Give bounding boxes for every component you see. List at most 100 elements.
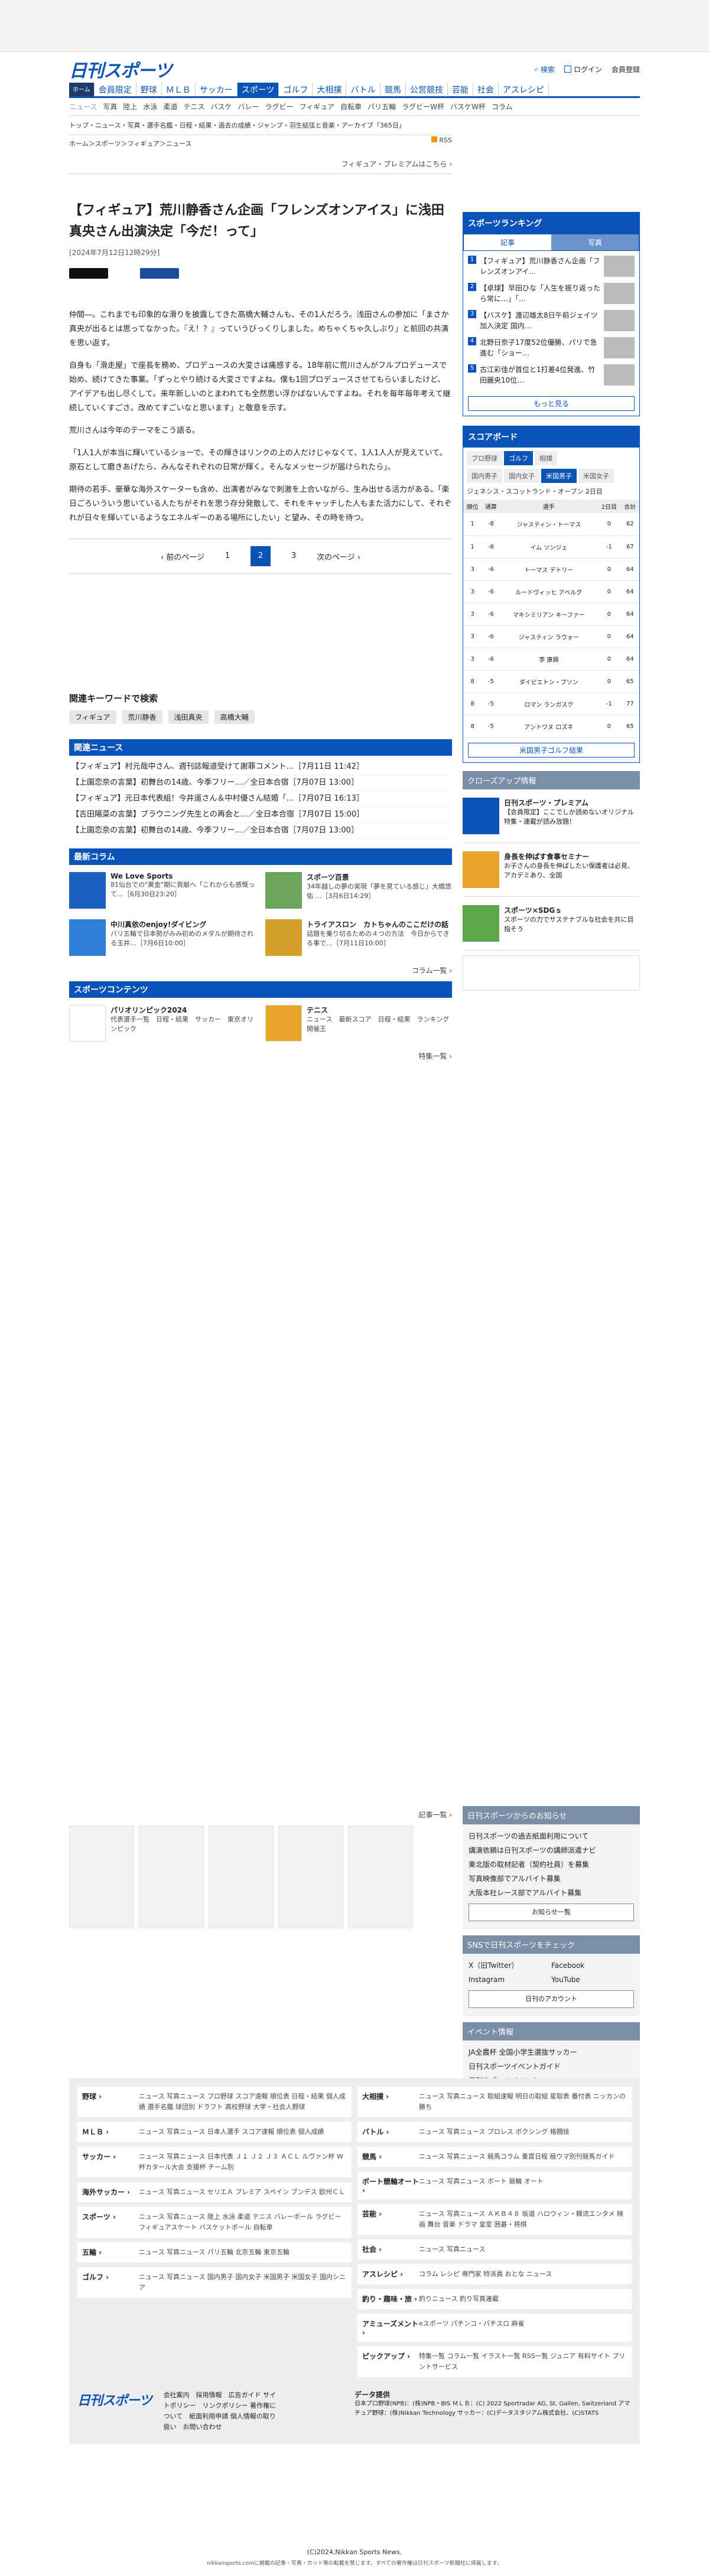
keyword-tag[interactable]: 高橋大輔 — [214, 710, 255, 724]
golf-results-link[interactable]: 米国男子ゴルフ結果 — [468, 742, 635, 758]
subnav-item[interactable]: 柔道 — [163, 102, 177, 112]
subnav-item[interactable]: 陸上 — [123, 102, 137, 112]
footer-category-title[interactable]: 野球 › — [82, 2091, 139, 2113]
related-item[interactable]: 【フィギュア】村元哉中さん、週刊誌報道受けて謝罪コメント…［7月11日 11:4… — [71, 759, 450, 775]
tour-tab[interactable]: 米国女子 — [578, 469, 614, 483]
footer-category-links[interactable]: eスポーツ パチンコ・パチスロ 麻雀 — [419, 2319, 627, 2337]
tab-photos[interactable]: 写真 — [551, 234, 639, 250]
youtube-link[interactable]: YouTube — [551, 1973, 634, 1987]
footer-category-links[interactable]: ニュース 写真ニュース ＡＫＢ４８ 坂道 ハロウィン・韓流エンタメ 映画 舞台 … — [419, 2209, 627, 2230]
facebook-share-button[interactable] — [140, 268, 179, 279]
register-link[interactable]: 会員登録 — [612, 64, 640, 74]
tour-tab[interactable]: 国内男子 — [467, 469, 502, 483]
footer-category-title[interactable]: アスレシピ › — [362, 2269, 419, 2280]
keyword-tag[interactable]: 荒川静香 — [122, 710, 162, 724]
keyword-tag[interactable]: 浅田真央 — [168, 710, 209, 724]
column-item[interactable]: We Love Sports 81仙台での"黄金"期に貢献へ「これからも感慨って…… — [69, 872, 256, 909]
columns-more-link[interactable]: コラム一覧 › — [69, 963, 452, 981]
section-links[interactable]: トップ・ニュース・写真・選手名鑑・日程・結果・過去の成績・ジャンプ・羽生結弦と音… — [69, 120, 452, 135]
subnav-item[interactable]: 自転車 — [340, 102, 362, 112]
notice-item[interactable]: 日刊スポーツの過去紙面利用について — [469, 1829, 634, 1843]
sport-tab[interactable]: プロ野球 — [467, 451, 502, 465]
breadcrumb[interactable]: ホーム＞スポーツ＞フィギュア＞ニュース — [69, 135, 452, 149]
notice-item[interactable]: 写真映像部でアルバイト募集 — [469, 1872, 634, 1886]
closeup-item[interactable]: スポーツ×SDGｓ スポーツの力でサステナブルな社会を共に目指そう — [463, 897, 640, 951]
gnav-item[interactable]: 野球 — [136, 83, 162, 96]
tour-tab[interactable]: 国内女子 — [504, 469, 539, 483]
subnav-item[interactable]: コラム — [492, 102, 513, 112]
footer-category-title[interactable]: スポーツ › — [82, 2212, 139, 2233]
gnav-item[interactable]: スポーツ — [237, 83, 279, 96]
footer-category-links[interactable]: ニュース 写真ニュース — [419, 2244, 627, 2255]
subnav-item[interactable]: フィギュア — [300, 102, 335, 112]
event-item[interactable]: JA全農杯 全国小学生選抜サッカー — [469, 2045, 634, 2059]
column-item[interactable]: 中川真依のenjoy!ダイビング パリ五輪で日本勢がみみ初めのメダルが期待される玉… — [69, 919, 256, 956]
search-link[interactable]: ⌕ 検索 — [534, 64, 555, 74]
subnav-item[interactable]: ニュース — [69, 102, 97, 112]
rss-link[interactable]: RSS — [431, 136, 452, 144]
related-item[interactable]: 【吉田陽菜の言葉】ブラウニング先生との再会と…／全日本合宿［7月07日 15:0… — [71, 807, 450, 823]
footer-category-title[interactable]: 大相撲 › — [362, 2091, 419, 2113]
subnav-item[interactable]: バスケW杯 — [450, 102, 486, 112]
ad-tile[interactable] — [139, 1826, 204, 1928]
subnav-item[interactable]: ラグビーW杯 — [402, 102, 444, 112]
page-link-2[interactable]: 2 — [251, 546, 271, 566]
page-link-3[interactable]: 3 — [284, 546, 304, 566]
notice-item[interactable]: 東北版の取材記者（契約社員）を募集 — [469, 1857, 634, 1872]
closeup-item[interactable]: 身長を伸ばす食事セミナー お子さんの身長を伸ばしたい保護者は必見、アカデミあり、全… — [463, 843, 640, 897]
footer-links[interactable]: 会社案内 採用情報 広告ガイド サイトポリシー リンクポリシー 著作権について … — [164, 2390, 282, 2433]
subnav-item[interactable]: ラグビー — [265, 102, 294, 112]
footer-category-links[interactable]: 釣りニュース 釣り写真連載 — [419, 2294, 627, 2304]
gnav-item[interactable]: 公営競技 — [406, 83, 448, 96]
prev-page-link[interactable]: ‹ 前のページ — [161, 551, 204, 562]
gnav-item[interactable]: 芸能 — [448, 83, 473, 96]
footer-category-links[interactable]: ニュース 写真ニュース 国内男子 国内女子 米国男子 米国女子 国内シニア — [139, 2272, 347, 2293]
ranking-item[interactable]: 5 古江彩佳が首位と1打差4位発進、竹田麗央10位… — [468, 364, 635, 386]
notice-list-button[interactable]: お知らせ一覧 — [469, 1904, 634, 1921]
footer-category-title[interactable]: 社会 › — [362, 2244, 419, 2255]
gnav-item[interactable]: 社会 — [473, 83, 499, 96]
gnav-item[interactable]: バトル — [346, 83, 380, 96]
subnav-item[interactable]: パリ五輪 — [367, 102, 396, 112]
keyword-tag[interactable]: フィギュア — [69, 710, 116, 724]
footer-category-title[interactable]: アミューズメント › — [362, 2319, 419, 2337]
footer-category-title[interactable]: 競馬 › — [362, 2151, 419, 2162]
column-item[interactable]: トライアスロン カトちゃんのここだけの話 話題を乗り切るための４つの方法 今日から… — [265, 919, 452, 956]
event-item[interactable]: 日刊スポーツイベントガイド — [469, 2059, 634, 2074]
footer-category-title[interactable]: ピックアップ › — [362, 2351, 419, 2372]
notice-item[interactable]: 講演依頼は日刊スポーツの講師派遣ナビ — [469, 1843, 634, 1857]
footer-category-links[interactable]: ニュース 写真ニュース 取組速報 明日の取組 星取表 番付表 ニッカンの勝ち — [419, 2091, 627, 2113]
ranking-item[interactable]: 1 【フィギュア】荒川静香さん企画「フレンズオンアイ… — [468, 256, 635, 277]
footer-category-links[interactable]: ニュース 写真ニュース ボート 競輪 オート — [419, 2176, 627, 2195]
subnav-item[interactable]: 写真 — [103, 102, 117, 112]
subnav-item[interactable]: バスケ — [210, 102, 232, 112]
footer-category-title[interactable]: 五輪 › — [82, 2247, 139, 2258]
site-logo[interactable]: 日刊スポーツ — [69, 56, 172, 82]
login-link[interactable]: ログイン — [564, 64, 602, 74]
gnav-item[interactable]: 大相撲 — [313, 83, 347, 96]
ad-tile[interactable] — [348, 1826, 413, 1928]
content-item[interactable]: パリオリンピック2024 代表選手一覧 日程・結果 サッカー 東京オリンピック — [69, 1005, 256, 1041]
footer-category-title[interactable]: 釣り・趣味・旅 › — [362, 2294, 419, 2304]
footer-category-title[interactable]: サッカー › — [82, 2151, 139, 2173]
footer-category-links[interactable]: ニュース 写真ニュース 日本代表 Ｊ１ Ｊ２ Ｊ３ ＡＣＬ ルヴァン杯 W杯カタ… — [139, 2151, 347, 2173]
ad-tile[interactable] — [209, 1826, 274, 1928]
footer-category-title[interactable]: バトル › — [362, 2127, 419, 2137]
column-item[interactable]: スポーツ百景 34年越しの夢の実現「夢を見ている感じ」大橋悠佑 …［3月6日14:… — [265, 872, 452, 909]
footer-category-links[interactable]: ニュース 写真ニュース 競馬コラム 重賞日程 極ウマ別刊競馬ガイド — [419, 2151, 627, 2162]
footer-category-links[interactable]: ニュース 写真ニュース プロ野球 スコア速報 順位表 日程・結果 個人成績 選手… — [139, 2091, 347, 2113]
articles-list-link[interactable]: 記事一覧 › — [69, 1807, 452, 1826]
sport-tab[interactable]: 相撲 — [535, 451, 557, 465]
gnav-item[interactable]: ゴルフ — [279, 83, 313, 96]
ad-tile[interactable] — [69, 1826, 134, 1928]
footer-category-links[interactable]: ニュース 写真ニュース プロレス ボクシング 格闘技 — [419, 2127, 627, 2137]
sport-tab[interactable]: ゴルフ — [504, 451, 533, 465]
subnav-item[interactable]: テニス — [183, 102, 204, 112]
related-item[interactable]: 【上園恋奈の言葉】初舞台の14歳、今季フリー…／全日本合宿［7月07日 13:0… — [71, 775, 450, 791]
gnav-item[interactable]: アスレシピ — [499, 83, 549, 96]
footer-category-title[interactable]: ボート競輪オート › — [362, 2176, 419, 2195]
page-link-1[interactable]: 1 — [217, 546, 238, 566]
footer-category-links[interactable]: ニュース 写真ニュース 日本人選手 スコア速報 順位表 個人成績 — [139, 2127, 347, 2137]
ranking-item[interactable]: 3 【バスケ】渡辺雄太8日午前ジェイツ加入決定 国内… — [468, 310, 635, 331]
footer-category-title[interactable]: ゴルフ › — [82, 2272, 139, 2293]
